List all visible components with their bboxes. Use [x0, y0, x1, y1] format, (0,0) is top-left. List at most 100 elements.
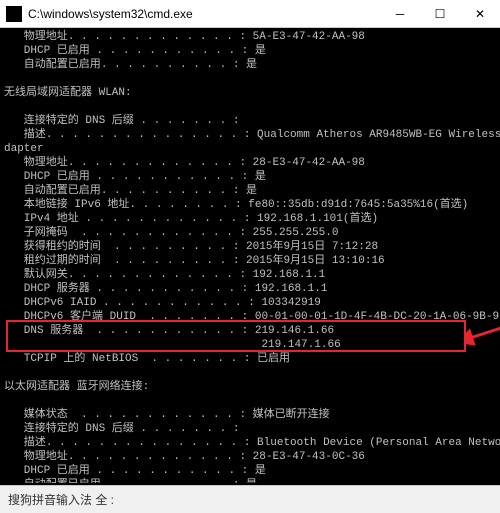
line-value: 28-E3-47-42-AA-98	[246, 156, 365, 170]
line-value: 媒体已断开连接	[246, 408, 330, 422]
line-value: 2015年9月15日 7:12:28	[239, 240, 378, 254]
line-dots: . . . . . . . . . :	[114, 240, 239, 254]
line-dots: . . . . . . . . . . . :	[96, 44, 248, 58]
line-label: 描述	[4, 128, 46, 142]
line-dots: . . . . . . . :	[140, 422, 239, 436]
line-dots: . . . . . . . . . . . . . :	[68, 450, 246, 464]
line-label: DHCPv6 IAID	[4, 296, 103, 310]
ime-status-text: 搜狗拼音输入法 全 :	[8, 491, 114, 508]
line-label: 连接特定的 DNS 后缀	[4, 422, 140, 436]
terminal-line: 租约过期的时间 . . . . . . . . . : 2015年9月15日 1…	[4, 254, 496, 268]
line-value: 是	[239, 58, 257, 72]
line-dots	[4, 338, 261, 352]
line-dots: . . . . . . . . . . . :	[96, 282, 248, 296]
terminal-line: 219.147.1.66	[4, 338, 496, 352]
terminal-line: 物理地址. . . . . . . . . . . . . : 5A-E3-47…	[4, 30, 496, 44]
terminal-line: 子网掩码 . . . . . . . . . . . . : 255.255.2…	[4, 226, 496, 240]
line-label: DHCP 服务器	[4, 282, 96, 296]
window-title: C:\windows\system32\cmd.exe	[28, 7, 380, 21]
line-label: 自动配置已启用	[4, 58, 101, 72]
line-value: Bluetooth Device (Personal Area Network)	[250, 436, 500, 450]
line-value: 是	[248, 464, 266, 478]
terminal-line: DHCP 已启用 . . . . . . . . . . . : 是	[4, 464, 496, 478]
line-dots: . . . . . . . . . . . :	[96, 464, 248, 478]
line-value: 255.255.255.0	[246, 226, 338, 240]
line-label: 媒体状态	[4, 408, 81, 422]
line-label: 物理地址	[4, 30, 68, 44]
line-value: 219.146.1.66	[248, 324, 334, 338]
line-dots: . . . . . . . . . . . . . :	[68, 268, 246, 282]
line-label: 自动配置已启用	[4, 184, 101, 198]
line-value: Qualcomm Atheros AR9485WB-EG Wireless Ne…	[250, 128, 500, 142]
terminal-line: 物理地址. . . . . . . . . . . . . : 28-E3-47…	[4, 156, 496, 170]
line-dots: . . . . . . . :	[151, 352, 250, 366]
line-dots: . . . . . . . . . . . :	[96, 170, 248, 184]
terminal-line: 本地链接 IPv6 地址. . . . . . . . : fe80::35db…	[4, 198, 496, 212]
line-label: DHCP 已启用	[4, 44, 96, 58]
line-label: 默认网关	[4, 268, 68, 282]
line-dots: . . . . . . . . . . :	[101, 478, 240, 483]
line-label: 获得租约的时间	[4, 240, 114, 254]
line-value: 5A-E3-47-42-AA-98	[246, 30, 365, 44]
line-dots: . . . . . . . . . . . . . . . :	[46, 436, 251, 450]
line-label: 物理地址	[4, 156, 68, 170]
line-dots: . . . . . . . . . . . . :	[85, 212, 250, 226]
line-dots: . . . . . . . . . . . . . :	[68, 156, 246, 170]
terminal-line: TCPIP 上的 NetBIOS . . . . . . . : 已启用	[4, 352, 496, 366]
line-value: 103342919	[255, 296, 321, 310]
terminal-line	[4, 394, 496, 408]
line-dots: . . . . . . . . . :	[114, 254, 239, 268]
line-dots: . . . . . . . . . . . :	[96, 324, 248, 338]
line-label: 物理地址	[4, 450, 68, 464]
line-label: DHCP 已启用	[4, 170, 96, 184]
line-dots: . . . . . . . . . . . . :	[81, 226, 246, 240]
line-value: 192.168.1.101(首选)	[250, 212, 378, 226]
terminal-output[interactable]: 物理地址. . . . . . . . . . . . . : 5A-E3-47…	[0, 28, 500, 483]
line-label: 本地链接 IPv6 地址	[4, 198, 129, 212]
line-value: 28-E3-47-43-0C-36	[246, 450, 365, 464]
line-label: 连接特定的 DNS 后缀	[4, 114, 140, 128]
terminal-line: 自动配置已启用. . . . . . . . . . : 是	[4, 478, 496, 483]
terminal-line: 以太网适配器 蓝牙网络连接:	[4, 380, 496, 394]
line-dots: . . . . . . . . . . . :	[103, 296, 255, 310]
terminal-line: IPv4 地址 . . . . . . . . . . . . : 192.16…	[4, 212, 496, 226]
terminal-line: 描述. . . . . . . . . . . . . . . : Qualco…	[4, 128, 496, 142]
line-value: 00-01-00-01-1D-4F-4B-DC-20-1A-06-9B-9F-7…	[248, 310, 500, 324]
line-value: 是	[248, 44, 266, 58]
line-label: IPv4 地址	[4, 212, 85, 226]
terminal-line: 自动配置已启用. . . . . . . . . . : 是	[4, 184, 496, 198]
line-dots: . . . . . . . . . . . . :	[81, 408, 246, 422]
terminal-line: 物理地址. . . . . . . . . . . . . : 28-E3-47…	[4, 450, 496, 464]
line-value: 是	[248, 170, 266, 184]
line-dots: . . . . . . . :	[140, 114, 239, 128]
terminal-line	[4, 72, 496, 86]
terminal-line: 描述. . . . . . . . . . . . . . . : Blueto…	[4, 436, 496, 450]
line-dots: . . . . . . . . . . . . . . . :	[46, 128, 251, 142]
terminal-line: DHCPv6 客户端 DUID . . . . . . . : 00-01-00…	[4, 310, 496, 324]
line-label: TCPIP 上的 NetBIOS	[4, 352, 151, 366]
terminal-line: 无线局域网适配器 WLAN:	[4, 86, 496, 100]
minimize-button[interactable]: ─	[380, 0, 420, 28]
close-button[interactable]: ✕	[460, 0, 500, 28]
line-dots: . . . . . . . . . . . . . :	[68, 30, 246, 44]
line-value: 219.147.1.66	[261, 338, 340, 352]
terminal-line: dapter	[4, 142, 496, 156]
line-value: 是	[239, 184, 257, 198]
terminal-line	[4, 366, 496, 380]
line-value: 2015年9月15日 13:10:16	[239, 254, 384, 268]
maximize-button[interactable]: ☐	[420, 0, 460, 28]
terminal-line: 媒体状态 . . . . . . . . . . . . : 媒体已断开连接	[4, 408, 496, 422]
terminal-line: DHCP 已启用 . . . . . . . . . . . : 是	[4, 44, 496, 58]
terminal-line: DHCP 服务器 . . . . . . . . . . . : 192.168…	[4, 282, 496, 296]
line-dots: . . . . . . . . . . :	[101, 58, 240, 72]
terminal-line: 连接特定的 DNS 后缀 . . . . . . . :	[4, 114, 496, 128]
line-value: 是	[239, 478, 257, 483]
terminal-line	[4, 100, 496, 114]
line-label: DNS 服务器	[4, 324, 96, 338]
line-dots: . . . . . . . :	[149, 310, 248, 324]
line-value: 192.168.1.1	[248, 282, 327, 296]
terminal-line: DNS 服务器 . . . . . . . . . . . : 219.146.…	[4, 324, 496, 338]
line-label: 租约过期的时间	[4, 254, 114, 268]
line-dots: . . . . . . . . :	[129, 198, 241, 212]
line-label: 自动配置已启用	[4, 478, 101, 483]
